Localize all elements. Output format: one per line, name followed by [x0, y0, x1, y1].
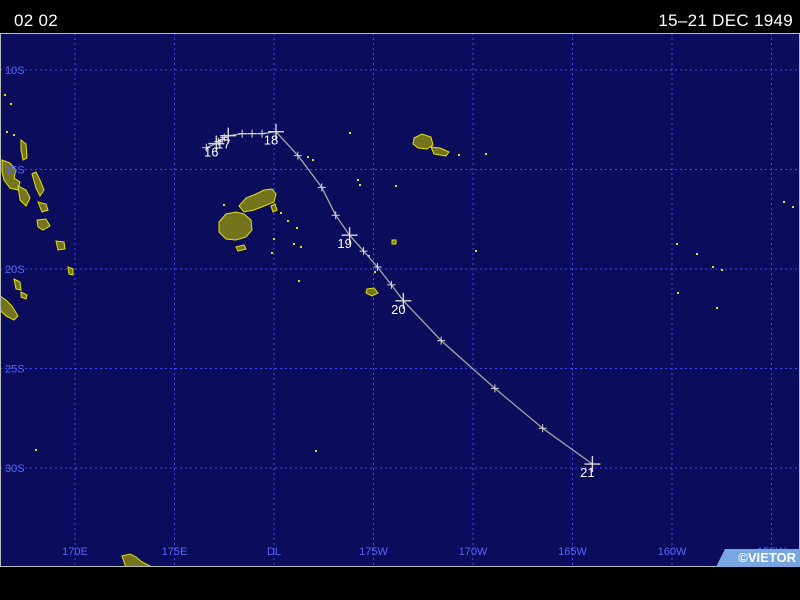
latitude-label: 15S — [5, 165, 25, 177]
landmass — [391, 239, 397, 245]
islet — [677, 292, 679, 294]
track-day-label: 18 — [264, 133, 278, 148]
islet — [298, 280, 300, 282]
longitude-label: 170E — [62, 546, 88, 558]
track-day-label: 20 — [391, 302, 405, 317]
islet — [315, 450, 317, 452]
landmass — [218, 211, 253, 241]
islet — [359, 184, 361, 186]
longitude-label: 170W — [459, 546, 488, 558]
islet — [458, 154, 460, 156]
copyright-text: ©VIETOR — [738, 550, 796, 565]
latitude-label: 20S — [5, 264, 25, 276]
track-day-label: 17 — [216, 137, 230, 152]
islet — [475, 250, 477, 252]
track-day-label: 21 — [580, 465, 594, 480]
islet — [4, 94, 6, 96]
landmass — [67, 266, 74, 276]
islet — [312, 159, 314, 161]
islet — [10, 103, 12, 105]
islet — [485, 153, 487, 155]
islet — [223, 204, 225, 206]
ocean-background — [0, 33, 800, 567]
longitude-label: 175W — [359, 546, 388, 558]
longitude-label: 160W — [658, 546, 687, 558]
islet — [395, 185, 397, 187]
islet — [287, 220, 289, 222]
islet — [357, 179, 359, 181]
islet — [712, 266, 714, 268]
track-day-label: 19 — [337, 236, 351, 251]
islet — [293, 243, 295, 245]
latitude-label: 10S — [5, 65, 25, 77]
islet — [280, 212, 282, 214]
frame-counter: 02 02 — [14, 11, 59, 30]
islet — [271, 252, 273, 254]
map-canvas: 1617 18192021 10S15S20S25S30S170E 175E DL 17… — [0, 33, 800, 567]
copyright-badge: ©VIETOR — [716, 549, 800, 567]
longitude-label: 175E — [162, 546, 188, 558]
track-map-window: 16 17 18 19 20 21 10S 15S 20S 25S 30S 170E 175E DL 17… — [0, 0, 800, 600]
islet — [300, 246, 302, 248]
islet — [6, 131, 8, 133]
latitude-label: 30S — [5, 463, 25, 475]
islet — [721, 269, 723, 271]
islet — [696, 253, 698, 255]
landmass — [55, 240, 66, 251]
longitude-label: DL — [267, 546, 281, 558]
latitude-label: 25S — [5, 364, 25, 376]
islet — [307, 156, 309, 158]
islet — [374, 271, 376, 273]
islet — [783, 201, 785, 203]
islet — [13, 134, 15, 136]
islet — [296, 227, 298, 229]
longitude-label: 165W — [558, 546, 587, 558]
islet — [792, 206, 794, 208]
islet — [273, 238, 275, 240]
islet — [676, 243, 678, 245]
islet — [35, 449, 37, 451]
date-range: 15–21 DEC 1949 — [658, 11, 793, 30]
islet — [716, 307, 718, 309]
islet — [349, 132, 351, 134]
